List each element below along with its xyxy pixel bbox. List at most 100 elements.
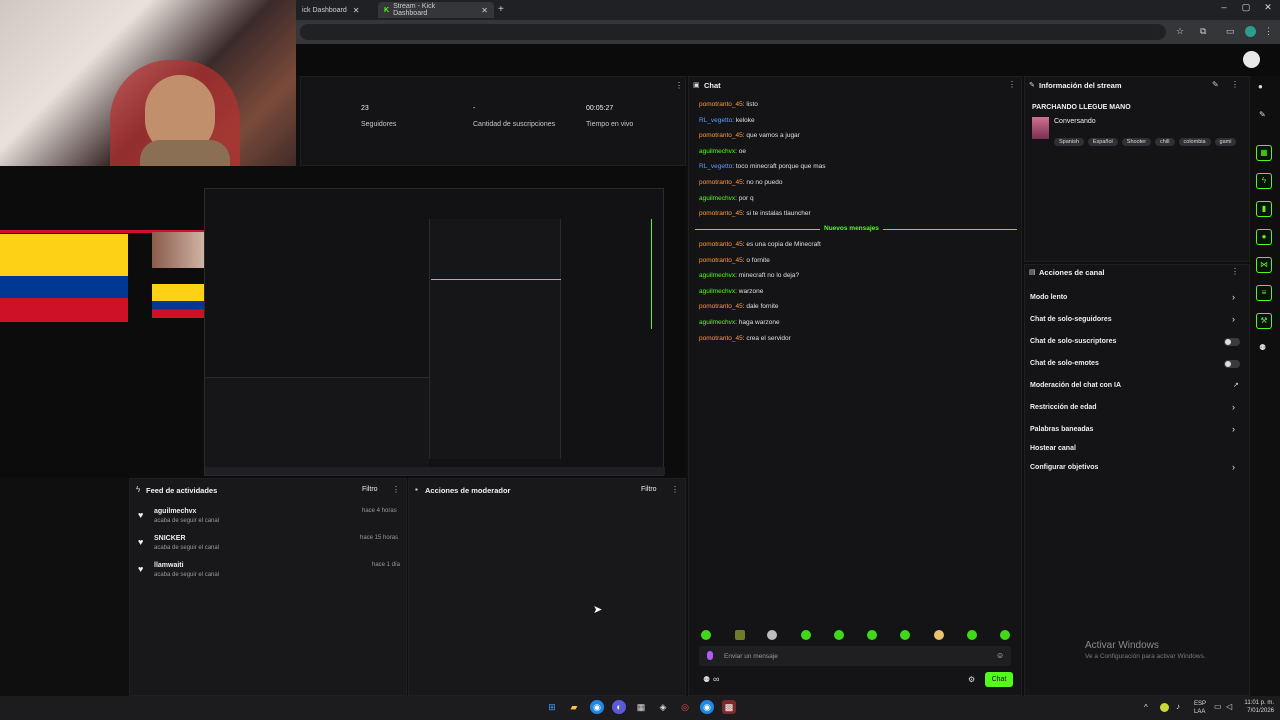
- profile-avatar[interactable]: [1245, 26, 1256, 37]
- emoji-icon[interactable]: ☺: [996, 651, 1004, 660]
- info-icon[interactable]: ●: [1258, 82, 1263, 91]
- emote-icon[interactable]: [801, 630, 811, 640]
- windows-start-icon[interactable]: ⊞: [545, 700, 559, 714]
- users-icon[interactable]: ⚉: [703, 675, 710, 684]
- tray-date[interactable]: 7/01/2026: [1240, 708, 1274, 714]
- channel-action-slow-mode[interactable]: Modo lento: [1030, 294, 1067, 301]
- edit-stream-icon[interactable]: ✎: [1212, 80, 1219, 89]
- new-tab-button[interactable]: +: [498, 4, 504, 15]
- emote-icon[interactable]: [701, 630, 711, 640]
- emote-icon[interactable]: [934, 630, 944, 640]
- rail-chat-icon[interactable]: ●: [1256, 229, 1272, 245]
- extensions-icon[interactable]: ⧉: [1200, 26, 1206, 37]
- rail-wrench-icon[interactable]: ⚒: [1256, 313, 1272, 329]
- chevron-right-icon[interactable]: ›: [1232, 424, 1235, 434]
- tray-chevron-icon[interactable]: ^: [1144, 703, 1148, 712]
- channel-action-host[interactable]: Hostear canal: [1030, 445, 1076, 452]
- edit-icon[interactable]: ✎: [1259, 110, 1266, 119]
- tray-language-variant[interactable]: LAA: [1194, 709, 1205, 715]
- tray-network-icon[interactable]: ▭: [1214, 702, 1222, 711]
- chat-username[interactable]: aguilmechvx: [699, 319, 735, 326]
- channel-action-ai-moderation[interactable]: Moderación del chat con IA: [1030, 382, 1121, 389]
- close-window-button[interactable]: ✕: [1258, 2, 1278, 18]
- browser-menu-icon[interactable]: ⋮: [1264, 26, 1273, 37]
- tray-language[interactable]: ESP: [1194, 701, 1206, 707]
- chat-username[interactable]: pomotranto_45: [699, 241, 743, 248]
- stream-info-menu-icon[interactable]: ⋮: [1231, 80, 1239, 89]
- maximize-button[interactable]: ▢: [1236, 2, 1256, 18]
- emote-icon[interactable]: [834, 630, 844, 640]
- chevron-right-icon[interactable]: ›: [1232, 402, 1235, 412]
- chat-send-button[interactable]: Chat: [985, 672, 1013, 687]
- chat-username[interactable]: aguilmechvx: [699, 148, 735, 155]
- infinity-icon[interactable]: ∞: [713, 674, 719, 684]
- discord-icon[interactable]: ◐: [612, 700, 626, 714]
- mod-filter-button[interactable]: Filtro: [641, 486, 657, 493]
- channel-action-banned-words[interactable]: Palabras baneadas: [1030, 426, 1093, 433]
- chat-username[interactable]: RL_vegetto: [699, 163, 732, 170]
- user-avatar[interactable]: [1243, 51, 1260, 68]
- channel-action-goals[interactable]: Configurar objetivos: [1030, 464, 1098, 471]
- chevron-right-icon[interactable]: ›: [1232, 462, 1235, 472]
- emote-icon[interactable]: [867, 630, 877, 640]
- chat-username[interactable]: pomotranto_45: [699, 257, 743, 264]
- tray-mic-icon[interactable]: ♪: [1176, 702, 1180, 711]
- file-explorer-icon[interactable]: ▰: [567, 700, 581, 714]
- chrome-icon[interactable]: ◉: [590, 700, 604, 714]
- emotes-only-toggle[interactable]: [1224, 360, 1240, 368]
- chat-username[interactable]: aguilmechvx: [699, 195, 735, 202]
- emote-icon[interactable]: [1000, 630, 1010, 640]
- bookmark-star-icon[interactable]: ☆: [1176, 26, 1184, 37]
- chat-username[interactable]: aguilmechvx: [699, 288, 735, 295]
- chevron-right-icon[interactable]: ›: [1232, 292, 1235, 302]
- channel-action-age-restriction[interactable]: Restricción de edad: [1030, 404, 1097, 411]
- rail-document-icon[interactable]: ▮: [1256, 201, 1272, 217]
- tray-time[interactable]: 11:01 p. m.: [1240, 700, 1274, 706]
- microphone-icon[interactable]: [707, 651, 713, 660]
- chat-username[interactable]: pomotranto_45: [699, 335, 743, 342]
- emote-icon[interactable]: [900, 630, 910, 640]
- emote-icon[interactable]: [735, 630, 745, 640]
- tray-volume-icon[interactable]: ◁: [1226, 702, 1232, 711]
- channel-action-followers-only[interactable]: Chat de solo-seguidores: [1030, 316, 1112, 323]
- minecraft-icon[interactable]: ▩: [722, 700, 736, 714]
- chat-menu-icon[interactable]: ⋮: [1008, 80, 1016, 89]
- channel-action-emotes-only[interactable]: Chat de solo-emotes: [1030, 360, 1099, 367]
- rail-users-icon[interactable]: ⚉: [1259, 343, 1266, 352]
- external-link-icon[interactable]: ↗: [1233, 381, 1239, 389]
- address-bar[interactable]: [300, 24, 1166, 40]
- recording-icon[interactable]: ◎: [678, 700, 692, 714]
- subs-only-toggle[interactable]: [1224, 338, 1240, 346]
- chat-settings-gear-icon[interactable]: ⚙: [968, 675, 975, 684]
- rail-code-icon[interactable]: ⋈: [1256, 257, 1272, 273]
- chat-username[interactable]: pomotranto_45: [699, 179, 743, 186]
- chat-username[interactable]: pomotranto_45: [699, 101, 743, 108]
- emote-icon[interactable]: [767, 630, 777, 640]
- steam-icon[interactable]: ◈: [656, 700, 670, 714]
- cast-icon[interactable]: ▭: [1226, 26, 1235, 37]
- close-tab-icon[interactable]: ✕: [353, 6, 360, 15]
- tray-app-icon[interactable]: [1160, 703, 1169, 712]
- activity-filter-button[interactable]: Filtro: [362, 486, 378, 493]
- activity-menu-icon[interactable]: ⋮: [392, 485, 400, 494]
- chat-username[interactable]: RL_vegetto: [699, 117, 732, 124]
- rail-grid-icon[interactable]: ▦: [1256, 145, 1272, 161]
- stats-menu-icon[interactable]: ⋮: [675, 81, 683, 90]
- chat-username[interactable]: pomotranto_45: [699, 132, 743, 139]
- rail-list-icon[interactable]: ≡: [1256, 285, 1272, 301]
- chat-username[interactable]: pomotranto_45: [699, 210, 743, 217]
- channel-actions-menu-icon[interactable]: ⋮: [1231, 267, 1239, 276]
- channel-action-subs-only[interactable]: Chat de solo-suscriptores: [1030, 338, 1116, 345]
- chat-username[interactable]: aguilmechvx: [699, 272, 735, 279]
- chevron-right-icon[interactable]: ›: [1232, 314, 1235, 324]
- browser-tab-stream[interactable]: K Stream - Kick Dashboard ✕: [378, 2, 494, 18]
- minimize-button[interactable]: –: [1214, 2, 1234, 18]
- rail-lightning-icon[interactable]: ϟ: [1256, 173, 1272, 189]
- chat-username[interactable]: pomotranto_45: [699, 303, 743, 310]
- mod-menu-icon[interactable]: ⋮: [671, 485, 679, 494]
- browser-tab-dashboard[interactable]: ick Dashboard ✕: [296, 2, 376, 18]
- close-tab-icon[interactable]: ✕: [481, 6, 488, 15]
- app-icon[interactable]: ▦: [634, 700, 648, 714]
- chrome-icon-2[interactable]: ◉: [700, 700, 714, 714]
- emote-icon[interactable]: [967, 630, 977, 640]
